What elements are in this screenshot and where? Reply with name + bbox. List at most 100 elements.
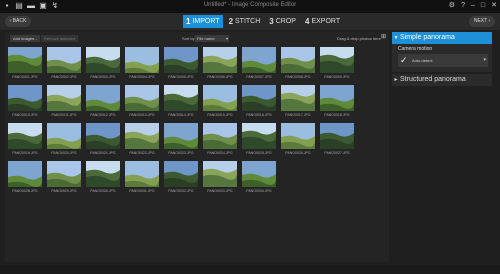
- thumbnail-filename: PANO0001.JPG: [12, 75, 38, 79]
- step-label: CROP: [275, 18, 296, 25]
- thumbnail-item[interactable]: PANO0006.JPG: [203, 47, 237, 82]
- thumbnail-filename: PANO0023.JPG: [168, 151, 194, 155]
- thumbnail-image: [242, 85, 276, 111]
- thumbnail-item[interactable]: PANO0028.JPG: [8, 161, 42, 196]
- wizard-steps: 1 IMPORT 2 STITCH 3 CROP 4 EXPORT: [183, 15, 343, 28]
- thumbnail-filename: PANO0005.JPG: [168, 75, 194, 79]
- thumbnail-image: [8, 161, 42, 187]
- step-crop[interactable]: 3 CROP: [266, 15, 299, 28]
- thumbnail-item[interactable]: PANO0012.JPG: [86, 85, 120, 120]
- thumbnail-filename: PANO0011.JPG: [51, 113, 77, 117]
- thumbnail-filename: PANO0015.JPG: [207, 113, 233, 117]
- thumbnail-item[interactable]: PANO0003.JPG: [86, 47, 120, 82]
- camera-motion-label: Camera motion: [398, 46, 433, 52]
- step-number: 3: [269, 17, 274, 26]
- thumbnail-item[interactable]: PANO0002.JPG: [47, 47, 81, 82]
- thumbnail-item[interactable]: PANO0010.JPG: [8, 85, 42, 120]
- thumbnail-image: [125, 161, 159, 187]
- sort-label: Sort by: [182, 36, 195, 41]
- thumbnail-item[interactable]: PANO0013.JPG: [125, 85, 159, 120]
- next-arrow-icon: ›: [487, 18, 491, 24]
- thumbnail-image: [203, 123, 237, 149]
- thumbnail-item[interactable]: PANO0008.JPG: [281, 47, 315, 82]
- thumbnail-item[interactable]: PANO0026.JPG: [281, 123, 315, 158]
- thumbnail-image: [86, 161, 120, 187]
- thumbnail-item[interactable]: PANO0034.JPG: [242, 161, 276, 196]
- back-button[interactable]: ‹ BACK: [5, 16, 31, 27]
- thumbnail-item[interactable]: PANO0029.JPG: [47, 161, 81, 196]
- thumbnail-item[interactable]: PANO0005.JPG: [164, 47, 198, 82]
- step-label: EXPORT: [311, 18, 341, 25]
- thumbnail-item[interactable]: PANO0004.JPG: [125, 47, 159, 82]
- structured-panorama-title: Structured panorama: [400, 76, 466, 83]
- thumbnail-item[interactable]: PANO0020.JPG: [47, 123, 81, 158]
- thumbnail-image: [281, 123, 315, 149]
- thumbnail-image: [281, 47, 315, 73]
- sort-select[interactable]: File name ▾: [195, 35, 229, 42]
- thumbnail-filename: PANO0032.JPG: [168, 189, 194, 193]
- thumbnail-item[interactable]: PANO0023.JPG: [164, 123, 198, 158]
- structured-panorama-header[interactable]: ▸ Structured panorama: [392, 74, 492, 86]
- thumbnail-item[interactable]: PANO0027.JPG: [320, 123, 354, 158]
- remove-selected-button[interactable]: Remove selected: [41, 35, 78, 42]
- thumbnail-item[interactable]: PANO0024.JPG: [203, 123, 237, 158]
- simple-panorama-title: Simple panorama: [400, 34, 455, 41]
- add-images-button[interactable]: Add images...: [10, 35, 41, 42]
- thumbnail-item[interactable]: PANO0025.JPG: [242, 123, 276, 158]
- thumbnail-image: [242, 123, 276, 149]
- thumbnail-filename: PANO0030.JPG: [90, 189, 116, 193]
- thumbnail-image: [125, 85, 159, 111]
- step-label: STITCH: [235, 18, 261, 25]
- thumbnail-item[interactable]: PANO0015.JPG: [203, 85, 237, 120]
- thumbnail-item[interactable]: PANO0022.JPG: [125, 123, 159, 158]
- step-export[interactable]: 4 EXPORT: [302, 15, 343, 28]
- minimize-icon[interactable]: –: [471, 1, 475, 11]
- thumbnail-image: [164, 47, 198, 73]
- thumbnail-image: [47, 123, 81, 149]
- help-icon[interactable]: ?: [461, 1, 465, 11]
- thumbnail-filename: PANO0025.JPG: [246, 151, 272, 155]
- thumbnail-image: [242, 161, 276, 187]
- thumbnail-filename: PANO0013.JPG: [129, 113, 155, 117]
- thumbnail-item[interactable]: PANO0018.JPG: [320, 85, 354, 120]
- thumbnail-item[interactable]: PANO0011.JPG: [47, 85, 81, 120]
- thumbnail-item[interactable]: PANO0032.JPG: [164, 161, 198, 196]
- camera-motion-select[interactable]: ✓ Auto-detect ▾: [398, 54, 488, 67]
- window-title: Untitled* - Image Composite Editor: [203, 2, 297, 8]
- thumbnail-filename: PANO0033.JPG: [207, 189, 233, 193]
- thumbnail-image: [47, 47, 81, 73]
- thumbnail-item[interactable]: PANO0019.JPG: [8, 123, 42, 158]
- thumbnail-item[interactable]: PANO0009.JPG: [320, 47, 354, 82]
- thumbnail-item[interactable]: PANO0014.JPG: [164, 85, 198, 120]
- thumbnail-item[interactable]: PANO0016.JPG: [242, 85, 276, 120]
- thumbnail-filename: PANO0027.JPG: [324, 151, 350, 155]
- zoom-icon[interactable]: ⊞: [381, 34, 388, 41]
- thumbnail-filename: PANO0019.JPG: [12, 151, 38, 155]
- thumbnail-item[interactable]: PANO0031.JPG: [125, 161, 159, 196]
- thumbnail-item[interactable]: PANO0007.JPG: [242, 47, 276, 82]
- thumbnail-item[interactable]: PANO0001.JPG: [8, 47, 42, 82]
- step-stitch[interactable]: 2 STITCH: [226, 15, 264, 28]
- thumbnail-item[interactable]: PANO0033.JPG: [203, 161, 237, 196]
- thumbnail-image: [86, 123, 120, 149]
- thumbnail-item[interactable]: PANO0030.JPG: [86, 161, 120, 196]
- thumbnail-image: [164, 123, 198, 149]
- next-label: NEXT: [473, 18, 488, 24]
- close-icon[interactable]: ✕: [491, 1, 497, 11]
- thumbnail-image: [320, 47, 354, 73]
- settings-icon[interactable]: ⚙: [449, 1, 455, 11]
- thumbnail-filename: PANO0007.JPG: [246, 75, 272, 79]
- maximize-icon[interactable]: □: [481, 1, 485, 11]
- thumbnail-item[interactable]: PANO0021.JPG: [86, 123, 120, 158]
- simple-panorama-header[interactable]: ▾ Simple panorama: [392, 32, 492, 44]
- thumbnail-image: [86, 85, 120, 111]
- thumbnail-image: [8, 47, 42, 73]
- thumbnail-image: [8, 85, 42, 111]
- thumbnail-filename: PANO0002.JPG: [51, 75, 77, 79]
- next-button[interactable]: NEXT ›: [469, 16, 495, 27]
- step-import[interactable]: 1 IMPORT: [183, 15, 223, 28]
- thumbnail-item[interactable]: PANO0017.JPG: [281, 85, 315, 120]
- thumbnail-image: [320, 123, 354, 149]
- thumbnail-filename: PANO0014.JPG: [168, 113, 194, 117]
- thumbnail-filename: PANO0016.JPG: [246, 113, 272, 117]
